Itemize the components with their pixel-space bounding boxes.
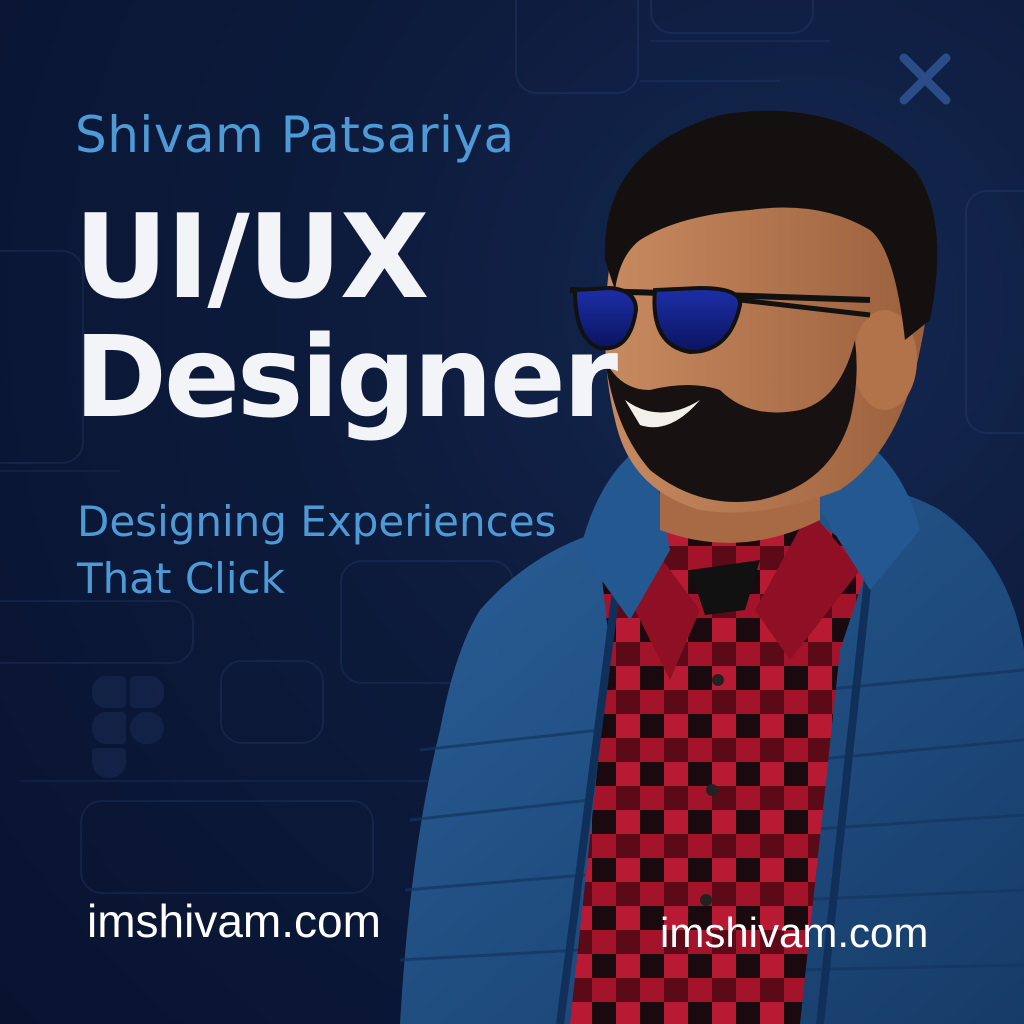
bg-wireframe-card	[80, 800, 374, 894]
headline-role-line-2: Designer	[74, 313, 618, 443]
bg-wireframe-line	[20, 780, 440, 782]
bg-wireframe-card	[515, 0, 639, 94]
bg-wireframe-line	[640, 80, 780, 82]
bg-wireframe-card	[0, 600, 194, 664]
bg-wireframe-card	[650, 0, 814, 34]
bg-wireframe-line	[0, 470, 120, 472]
tagline-line-2: That Click	[77, 554, 285, 603]
tagline-line-1: Designing Experiences	[77, 497, 557, 546]
headline-role-line-1: UI/UX	[74, 190, 429, 325]
bg-wireframe-line	[650, 40, 830, 42]
bg-wireframe-card	[220, 660, 324, 744]
bg-wireframe-card	[0, 250, 84, 464]
website-link[interactable]: imshivam.com	[87, 894, 381, 948]
poster: Shivam Patsariya UI/UX Designer Designin…	[0, 0, 1024, 1024]
designer-name: Shivam Patsariya	[75, 106, 515, 164]
portrait-photo	[400, 110, 1024, 1024]
website-link-watermark[interactable]: imshivam.com	[660, 909, 928, 957]
